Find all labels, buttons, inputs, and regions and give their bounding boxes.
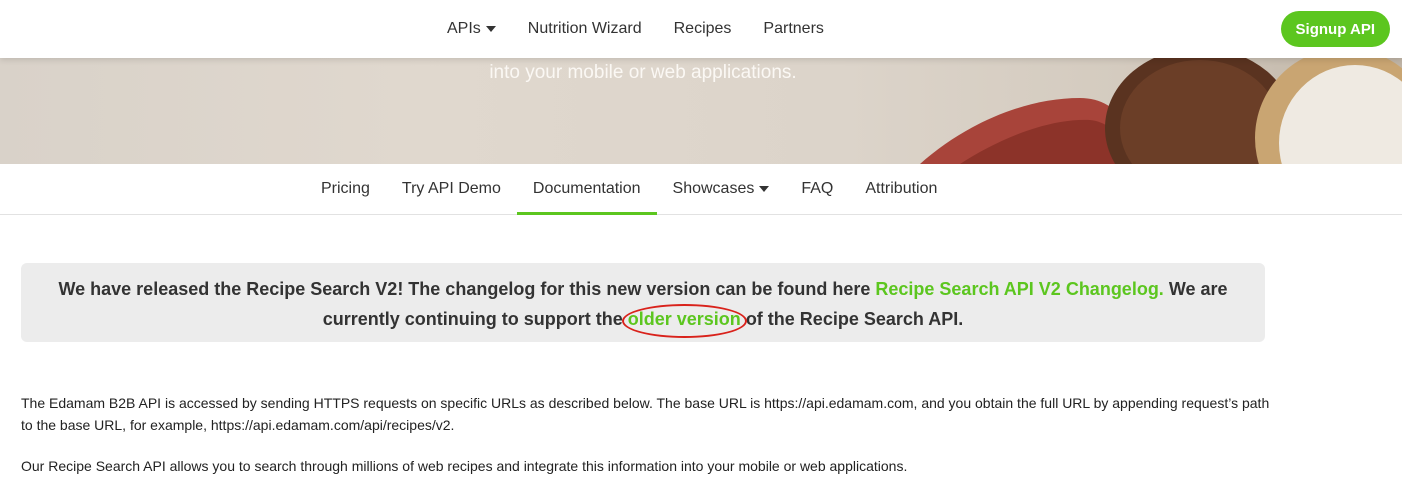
v2-release-notice: We have released the Recipe Search V2! T… xyxy=(21,263,1265,342)
documentation-intro: The Edamam B2B API is accessed by sendin… xyxy=(21,392,1271,489)
tab-documentation[interactable]: Documentation xyxy=(516,164,657,215)
tab-showcases-label: Showcases xyxy=(672,180,755,197)
older-version-link[interactable]: older version xyxy=(621,304,747,338)
nav-apis[interactable]: APIs xyxy=(447,20,496,38)
intro-paragraph-base-url: The Edamam B2B API is accessed by sendin… xyxy=(21,395,1270,433)
nav-recipes[interactable]: Recipes xyxy=(674,20,732,38)
tab-pricing[interactable]: Pricing xyxy=(305,164,386,214)
signup-api-button[interactable]: Signup API xyxy=(1280,11,1390,47)
nav-nutrition-wizard[interactable]: Nutrition Wizard xyxy=(528,20,642,38)
chevron-down-icon xyxy=(759,186,770,192)
tab-attribution[interactable]: Attribution xyxy=(849,164,953,214)
hero-tagline: into your mobile or web applications. xyxy=(489,62,797,83)
tab-faq[interactable]: FAQ xyxy=(785,164,849,214)
sub-navigation: Pricing Try API Demo Documentation Showc… xyxy=(0,164,1402,215)
notice-text-3: of the Recipe Search API. xyxy=(740,309,964,329)
tab-try-api-demo[interactable]: Try API Demo xyxy=(386,164,517,214)
nav-partners[interactable]: Partners xyxy=(763,20,823,38)
changelog-link[interactable]: Recipe Search API V2 Changelog. xyxy=(875,279,1163,299)
doc-tabs: Pricing Try API Demo Documentation Showc… xyxy=(305,164,953,215)
intro-paragraph-search: Our Recipe Search API allows you to sear… xyxy=(21,458,908,474)
main-menu: APIs Nutrition Wizard Recipes Partners xyxy=(447,0,856,58)
top-navigation: APIs Nutrition Wizard Recipes Partners S… xyxy=(0,0,1402,58)
tab-showcases[interactable]: Showcases xyxy=(657,164,786,214)
nav-apis-label: APIs xyxy=(447,20,481,37)
hero-banner: into your mobile or web applications. xyxy=(0,58,1402,164)
chevron-down-icon xyxy=(485,26,496,32)
notice-text-1: We have released the Recipe Search V2! T… xyxy=(58,279,876,299)
